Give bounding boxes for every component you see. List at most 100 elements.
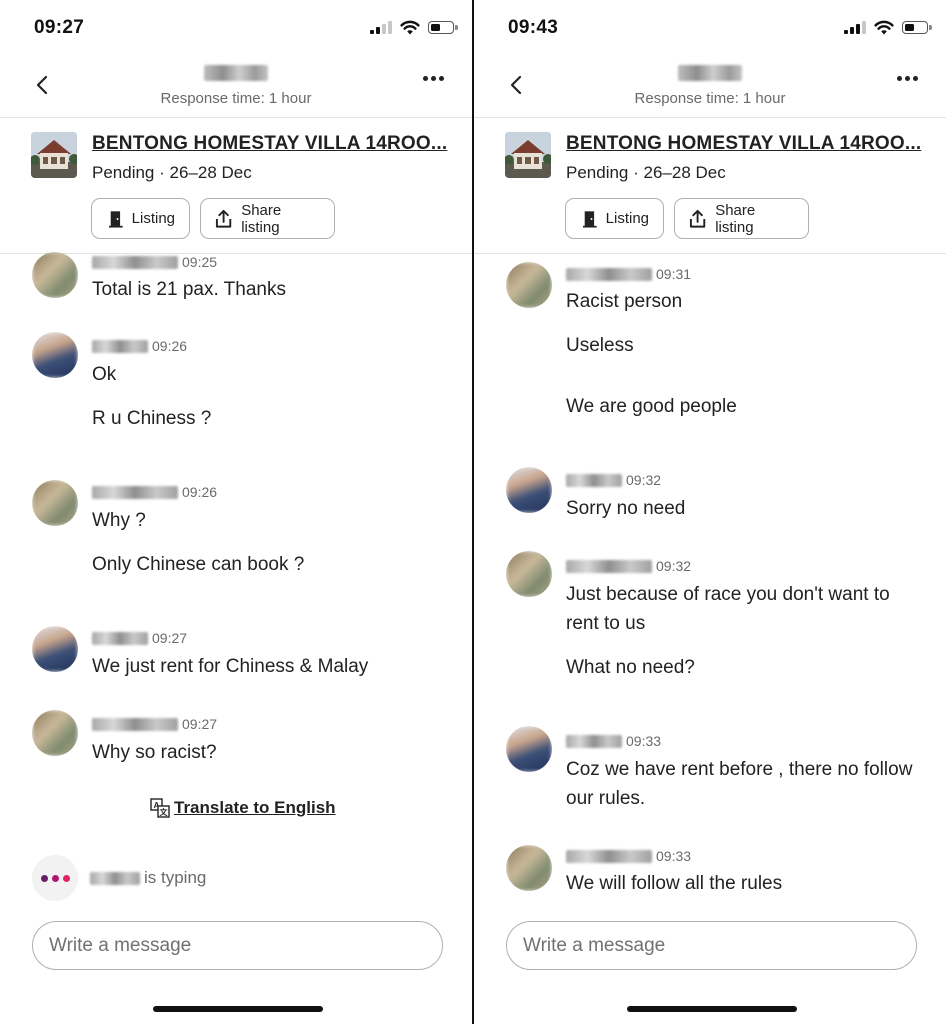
share-button-label: Share listing <box>241 201 282 236</box>
message-time: 09:32 <box>626 472 662 488</box>
status-time: 09:27 <box>34 17 85 38</box>
response-time: Response time: 1 hour <box>634 90 786 107</box>
typing-label: is typing <box>144 868 207 887</box>
message-text: Only Chinese can book ? <box>92 554 305 575</box>
sender-name-redacted <box>92 485 178 499</box>
avatar-guest[interactable] <box>506 551 552 597</box>
cellular-signal-icon <box>844 21 866 34</box>
door-icon <box>583 210 597 228</box>
sender-name-redacted <box>566 473 622 487</box>
sender-name-redacted <box>566 734 622 748</box>
share-icon <box>689 209 706 228</box>
message-time: 09:32 <box>656 558 692 574</box>
translate-label: Translate to English <box>174 798 336 817</box>
listing-title[interactable]: BENTONG HOMESTAY VILLA 14ROO... <box>92 133 447 155</box>
message-meta: 09:31 <box>566 266 691 282</box>
host-name-redacted <box>204 65 268 86</box>
sender-name-redacted <box>566 559 652 573</box>
share-listing-button[interactable]: Share listing <box>200 198 335 239</box>
typing-indicator: is typing <box>32 855 206 901</box>
share-listing-button[interactable]: Share listing <box>674 198 809 239</box>
message-text: Ok <box>92 364 117 385</box>
message-text: Useless <box>566 335 634 356</box>
listing-button[interactable]: Listing <box>91 198 190 239</box>
home-indicator[interactable] <box>627 1006 797 1012</box>
sender-name-redacted <box>566 849 652 863</box>
status-icons <box>370 20 458 35</box>
sender-name-redacted <box>566 267 652 281</box>
chat-screen-right: 09:43 Response time: 1 hour BENTONG HOME… <box>474 0 946 1024</box>
message-time: 09:27 <box>152 630 188 646</box>
chat-screen-left: 09:27 Response time: 1 hour BENTONG HOME… <box>0 0 472 1024</box>
message-time: 09:26 <box>182 484 218 500</box>
sender-name-redacted <box>92 255 178 269</box>
booking-status: Pending · 26–28 Dec <box>566 163 726 182</box>
message-time: 09:33 <box>626 733 662 749</box>
message-meta: 09:32 <box>566 472 661 488</box>
status-time: 09:43 <box>508 17 559 38</box>
avatar-host[interactable] <box>32 626 78 672</box>
more-options-button[interactable] <box>423 76 444 81</box>
avatar-host[interactable] <box>506 726 552 772</box>
sender-name-redacted <box>92 717 178 731</box>
message-meta: 09:26 <box>92 338 187 354</box>
message-text: Why so racist? <box>92 742 217 763</box>
message-text: Coz we have rent before , there no follo… <box>566 759 913 809</box>
host-name-redacted <box>678 65 742 86</box>
status-bar: 09:43 <box>474 0 946 56</box>
booking-status: Pending · 26–28 Dec <box>92 163 252 182</box>
chat-header: Response time: 1 hour <box>474 56 946 118</box>
avatar-guest[interactable] <box>32 252 78 298</box>
message-input[interactable] <box>32 921 443 970</box>
message-time: 09:26 <box>152 338 188 354</box>
battery-icon <box>902 21 932 34</box>
listing-thumbnail[interactable] <box>505 132 551 178</box>
message-text: We just rent for Chiness & Malay <box>92 656 369 677</box>
translate-icon: A文 <box>150 798 170 818</box>
message-meta: 09:25 <box>92 254 217 270</box>
cellular-signal-icon <box>370 21 392 34</box>
message-text: We will follow all the rules <box>566 873 783 894</box>
avatar-guest[interactable] <box>506 262 552 308</box>
share-icon <box>215 209 232 228</box>
avatar-guest[interactable] <box>32 710 78 756</box>
message-meta: 09:27 <box>92 716 217 732</box>
listing-thumbnail[interactable] <box>31 132 77 178</box>
listing-button-label: Listing <box>131 210 175 227</box>
message-time: 09:33 <box>656 848 692 864</box>
listing-actions: Listing Share listing <box>91 198 335 239</box>
more-options-button[interactable] <box>897 76 918 81</box>
status-icons <box>844 20 932 35</box>
typing-name-redacted <box>90 871 140 885</box>
door-icon <box>109 210 123 228</box>
message-text: Total is 21 pax. Thanks <box>92 279 286 300</box>
avatar-host[interactable] <box>32 332 78 378</box>
avatar-host[interactable] <box>506 467 552 513</box>
listing-button-label: Listing <box>605 210 649 227</box>
home-indicator[interactable] <box>153 1006 323 1012</box>
listing-button[interactable]: Listing <box>565 198 664 239</box>
sender-name-redacted <box>92 631 148 645</box>
message-text: R u Chiness ? <box>92 408 212 429</box>
avatar-guest[interactable] <box>32 480 78 526</box>
message-meta: 09:33 <box>566 848 691 864</box>
message-text: Why ? <box>92 510 146 531</box>
avatar-guest[interactable] <box>506 845 552 891</box>
message-time: 09:27 <box>182 716 218 732</box>
message-text: Sorry no need <box>566 498 686 519</box>
sender-name-redacted <box>92 339 148 353</box>
typing-text: is typing <box>90 868 206 888</box>
battery-icon <box>428 21 458 34</box>
message-meta: 09:32 <box>566 558 691 574</box>
message-input[interactable] <box>506 921 917 970</box>
chat-header: Response time: 1 hour <box>0 56 472 118</box>
listing-title[interactable]: BENTONG HOMESTAY VILLA 14ROO... <box>566 133 921 155</box>
message-text: Racist person <box>566 291 683 312</box>
status-bar: 09:27 <box>0 0 472 56</box>
message-text: What no need? <box>566 657 695 678</box>
message-meta: 09:26 <box>92 484 217 500</box>
message-time: 09:25 <box>182 254 218 270</box>
translate-link[interactable]: A文 Translate to English <box>150 798 336 818</box>
message-text: We are good people <box>566 396 737 417</box>
listing-actions: Listing Share listing <box>565 198 809 239</box>
